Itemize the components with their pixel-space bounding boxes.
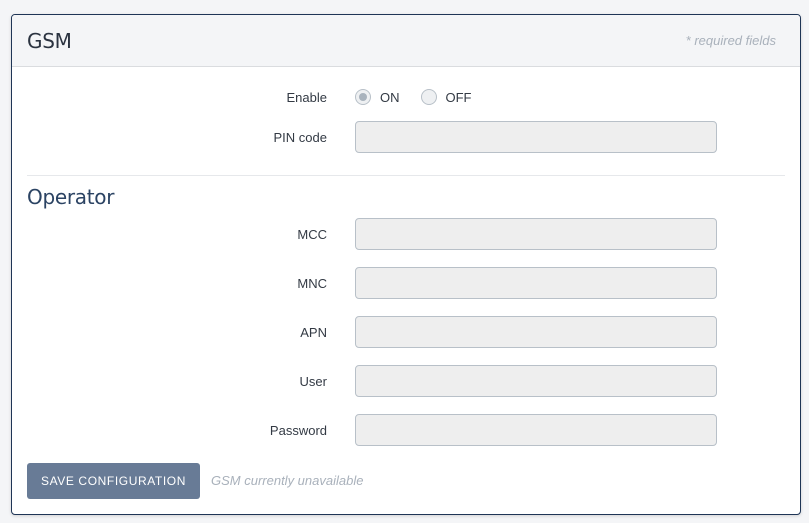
- card-header: GSM * required fields: [12, 15, 800, 67]
- mnc-input[interactable]: [355, 267, 717, 299]
- pin-code-label: PIN code: [273, 130, 327, 145]
- radio-off-label: OFF: [445, 89, 472, 105]
- password-input[interactable]: [355, 414, 717, 446]
- pin-code-input[interactable]: [355, 121, 717, 153]
- enable-on-radio[interactable]: ON: [355, 89, 400, 105]
- mnc-label: MNC: [297, 276, 327, 291]
- enable-radio-group: ON OFF: [355, 89, 493, 105]
- user-input[interactable]: [355, 365, 717, 397]
- save-configuration-button[interactable]: SAVE CONFIGURATION: [27, 463, 200, 499]
- radio-unchecked-icon[interactable]: [420, 89, 437, 105]
- card-title: GSM: [27, 29, 72, 53]
- enable-label: Enable: [286, 90, 327, 105]
- apn-label: APN: [300, 325, 327, 340]
- mcc-label: MCC: [297, 227, 327, 242]
- section-divider: [27, 175, 785, 176]
- enable-off-radio[interactable]: OFF: [420, 89, 472, 105]
- radio-on-label: ON: [380, 89, 400, 105]
- password-label: Password: [269, 423, 327, 438]
- gsm-status-text: GSM currently unavailable: [211, 473, 364, 488]
- radio-checked-icon[interactable]: [355, 89, 371, 105]
- user-label: User: [299, 374, 327, 389]
- apn-input[interactable]: [355, 316, 717, 348]
- mcc-input[interactable]: [355, 218, 717, 250]
- required-fields-note: * required fields: [685, 33, 776, 48]
- operator-section-title: Operator: [27, 185, 115, 209]
- gsm-card: GSM * required fields Enable ON OFF PIN …: [11, 14, 801, 515]
